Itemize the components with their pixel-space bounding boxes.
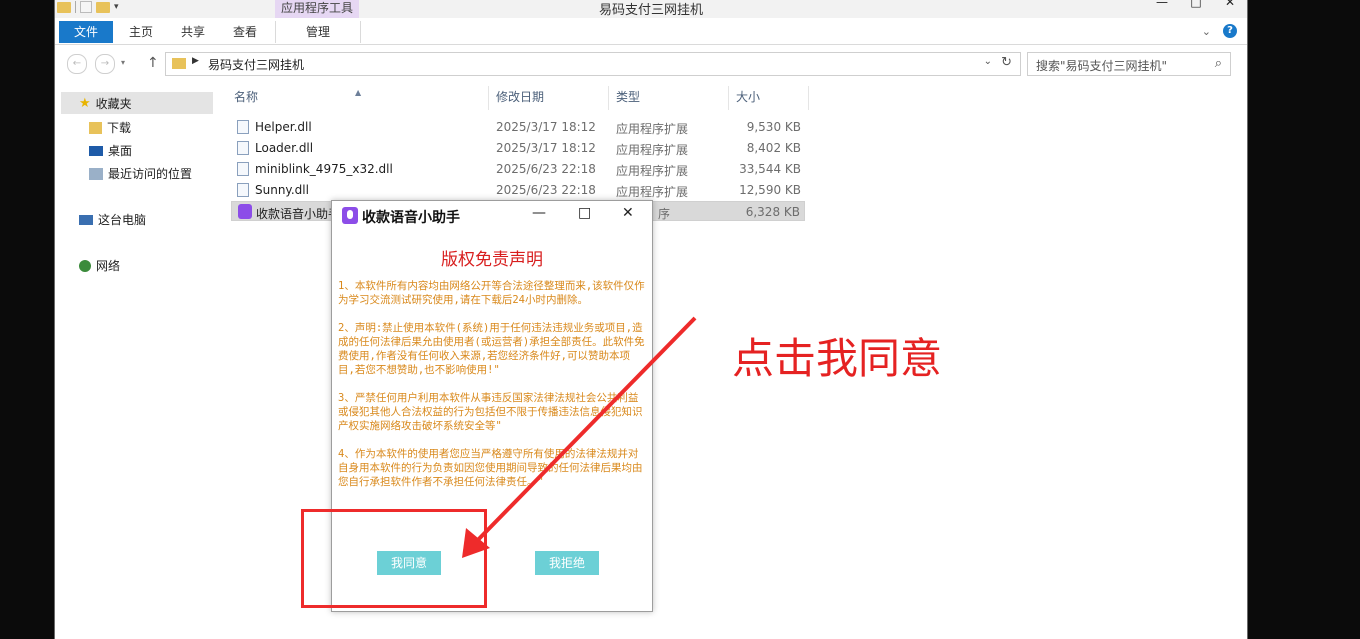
tab-manage[interactable]: 管理 [275,21,361,43]
table-row[interactable]: Loader.dll 2025/3/17 18:12 应用程序扩展 8,402 … [231,138,805,158]
table-row[interactable]: Sunny.dll 2025/6/23 22:18 应用程序扩展 12,590 … [231,180,805,200]
ribbon: 文件 主页 共享 查看 管理 ⌄ ? [55,18,1247,45]
column-label: 名称 [234,90,258,104]
dll-file-icon [237,120,249,134]
file-size: 6,328 KB [746,205,800,219]
address-bar[interactable]: ▶ 易码支付三网挂机 ⌄ ↻ [165,52,1021,76]
column-header-type[interactable]: 类型 [609,86,729,110]
search-icon[interactable]: ⌕ [1215,56,1222,71]
help-icon[interactable]: ? [1223,24,1237,38]
disclaimer-body: 1、本软件所有内容均由网络公开等合法途径整理而来,该软件仅作为学习交流测试研究使… [338,279,646,489]
annotation-text: 点击我同意 [732,325,942,386]
back-button[interactable]: ← [67,54,87,74]
column-header-size[interactable]: 大小 [729,86,809,110]
file-size: 8,402 KB [747,141,801,155]
dll-file-icon [237,141,249,155]
sidebar-item-downloads[interactable]: 下载 [89,119,131,136]
sidebar-item-label: 下载 [107,119,131,136]
search-input[interactable]: 搜索"易码支付三网挂机" ⌕ [1027,52,1231,76]
file-name: 收款语音小助手 [256,205,340,222]
search-placeholder: 搜索"易码支付三网挂机" [1036,57,1167,74]
sidebar-item-label: 桌面 [108,142,132,159]
reject-button[interactable]: 我拒绝 [535,551,599,575]
file-size: 12,590 KB [739,183,801,197]
file-name: Helper.dll [255,120,312,134]
sidebar-item-favorites[interactable]: ★ 收藏夹 [79,95,132,112]
file-size: 33,544 KB [739,162,801,176]
file-type: 应用程序扩展 [616,120,688,137]
tab-file[interactable]: 文件 [59,21,113,43]
sidebar-item-desktop[interactable]: 桌面 [89,142,132,159]
dialog-title: 收款语音小助手 [362,207,460,227]
sidebar-item-recent[interactable]: 最近访问的位置 [89,165,192,182]
network-icon [79,260,91,272]
chevron-down-icon[interactable]: ⌄ [984,56,992,67]
desktop-icon [89,146,103,156]
file-name: Sunny.dll [255,183,309,197]
sidebar-item-thispc[interactable]: 这台电脑 [79,211,146,228]
title-bar: ▾ 应用程序工具 易码支付三网挂机 — □ ✕ [55,0,1247,18]
sidebar-item-label: 最近访问的位置 [108,165,192,182]
file-type: 序 [658,205,670,222]
file-name: miniblink_4975_x32.dll [255,162,393,176]
star-icon: ★ [79,96,91,111]
status-bar [55,630,1247,639]
column-header-date[interactable]: 修改日期 [489,86,609,110]
tab-share[interactable]: 共享 [171,21,215,43]
dll-file-icon [237,162,249,176]
table-row[interactable]: miniblink_4975_x32.dll 2025/6/23 22:18 应… [231,159,805,179]
minimize-button[interactable]: — [1145,0,1179,10]
dialog-maximize-button[interactable]: □ [578,205,591,221]
recent-locations-icon[interactable]: ▾ [121,58,125,67]
forward-button[interactable]: → [95,54,115,74]
sort-ascending-icon: ▲ [355,82,361,104]
file-type: 应用程序扩展 [616,183,688,200]
tab-home[interactable]: 主页 [119,21,163,43]
file-name: Loader.dll [255,141,313,155]
dll-file-icon [237,183,249,197]
expand-ribbon-icon[interactable]: ⌄ [1202,25,1211,38]
recent-places-icon [89,168,103,180]
sidebar-item-network[interactable]: 网络 [79,257,120,274]
close-button[interactable]: ✕ [1213,0,1247,10]
maximize-button[interactable]: □ [1179,0,1213,10]
sidebar-item-label: 网络 [96,257,120,274]
window-title: 易码支付三网挂机 [55,0,1247,18]
file-date: 2025/6/23 22:18 [496,162,596,176]
dialog-minimize-button[interactable]: — [532,205,546,221]
microphone-icon [342,207,358,224]
file-date: 2025/6/23 22:18 [496,183,596,197]
microphone-app-icon [238,204,252,219]
computer-icon [79,215,93,225]
tab-view[interactable]: 查看 [223,21,267,43]
file-type: 应用程序扩展 [616,162,688,179]
file-type: 应用程序扩展 [616,141,688,158]
breadcrumb[interactable]: 易码支付三网挂机 [208,56,304,73]
sidebar-item-label: 这台电脑 [98,211,146,228]
table-row[interactable]: Helper.dll 2025/3/17 18:12 应用程序扩展 9,530 … [231,117,805,137]
up-arrow-icon[interactable]: ↑ [147,55,159,71]
column-header-name[interactable]: 名称 ▲ [227,86,489,110]
folder-icon [172,58,186,69]
navigation-pane: ★ 收藏夹 下载 桌面 最近访问的位置 这台电脑 网络 [55,86,217,639]
file-date: 2025/3/17 18:12 [496,120,596,134]
dialog-close-button[interactable]: ✕ [622,205,634,221]
file-date: 2025/3/17 18:12 [496,141,596,155]
sidebar-item-label: 收藏夹 [96,95,132,112]
downloads-folder-icon [89,122,102,134]
breadcrumb-arrow-icon[interactable]: ▶ [192,56,199,66]
disclaimer-heading: 版权免责声明 [332,245,652,270]
refresh-icon[interactable]: ↻ [1001,55,1012,70]
annotation-highlight-box [301,509,487,608]
file-size: 9,530 KB [747,120,801,134]
